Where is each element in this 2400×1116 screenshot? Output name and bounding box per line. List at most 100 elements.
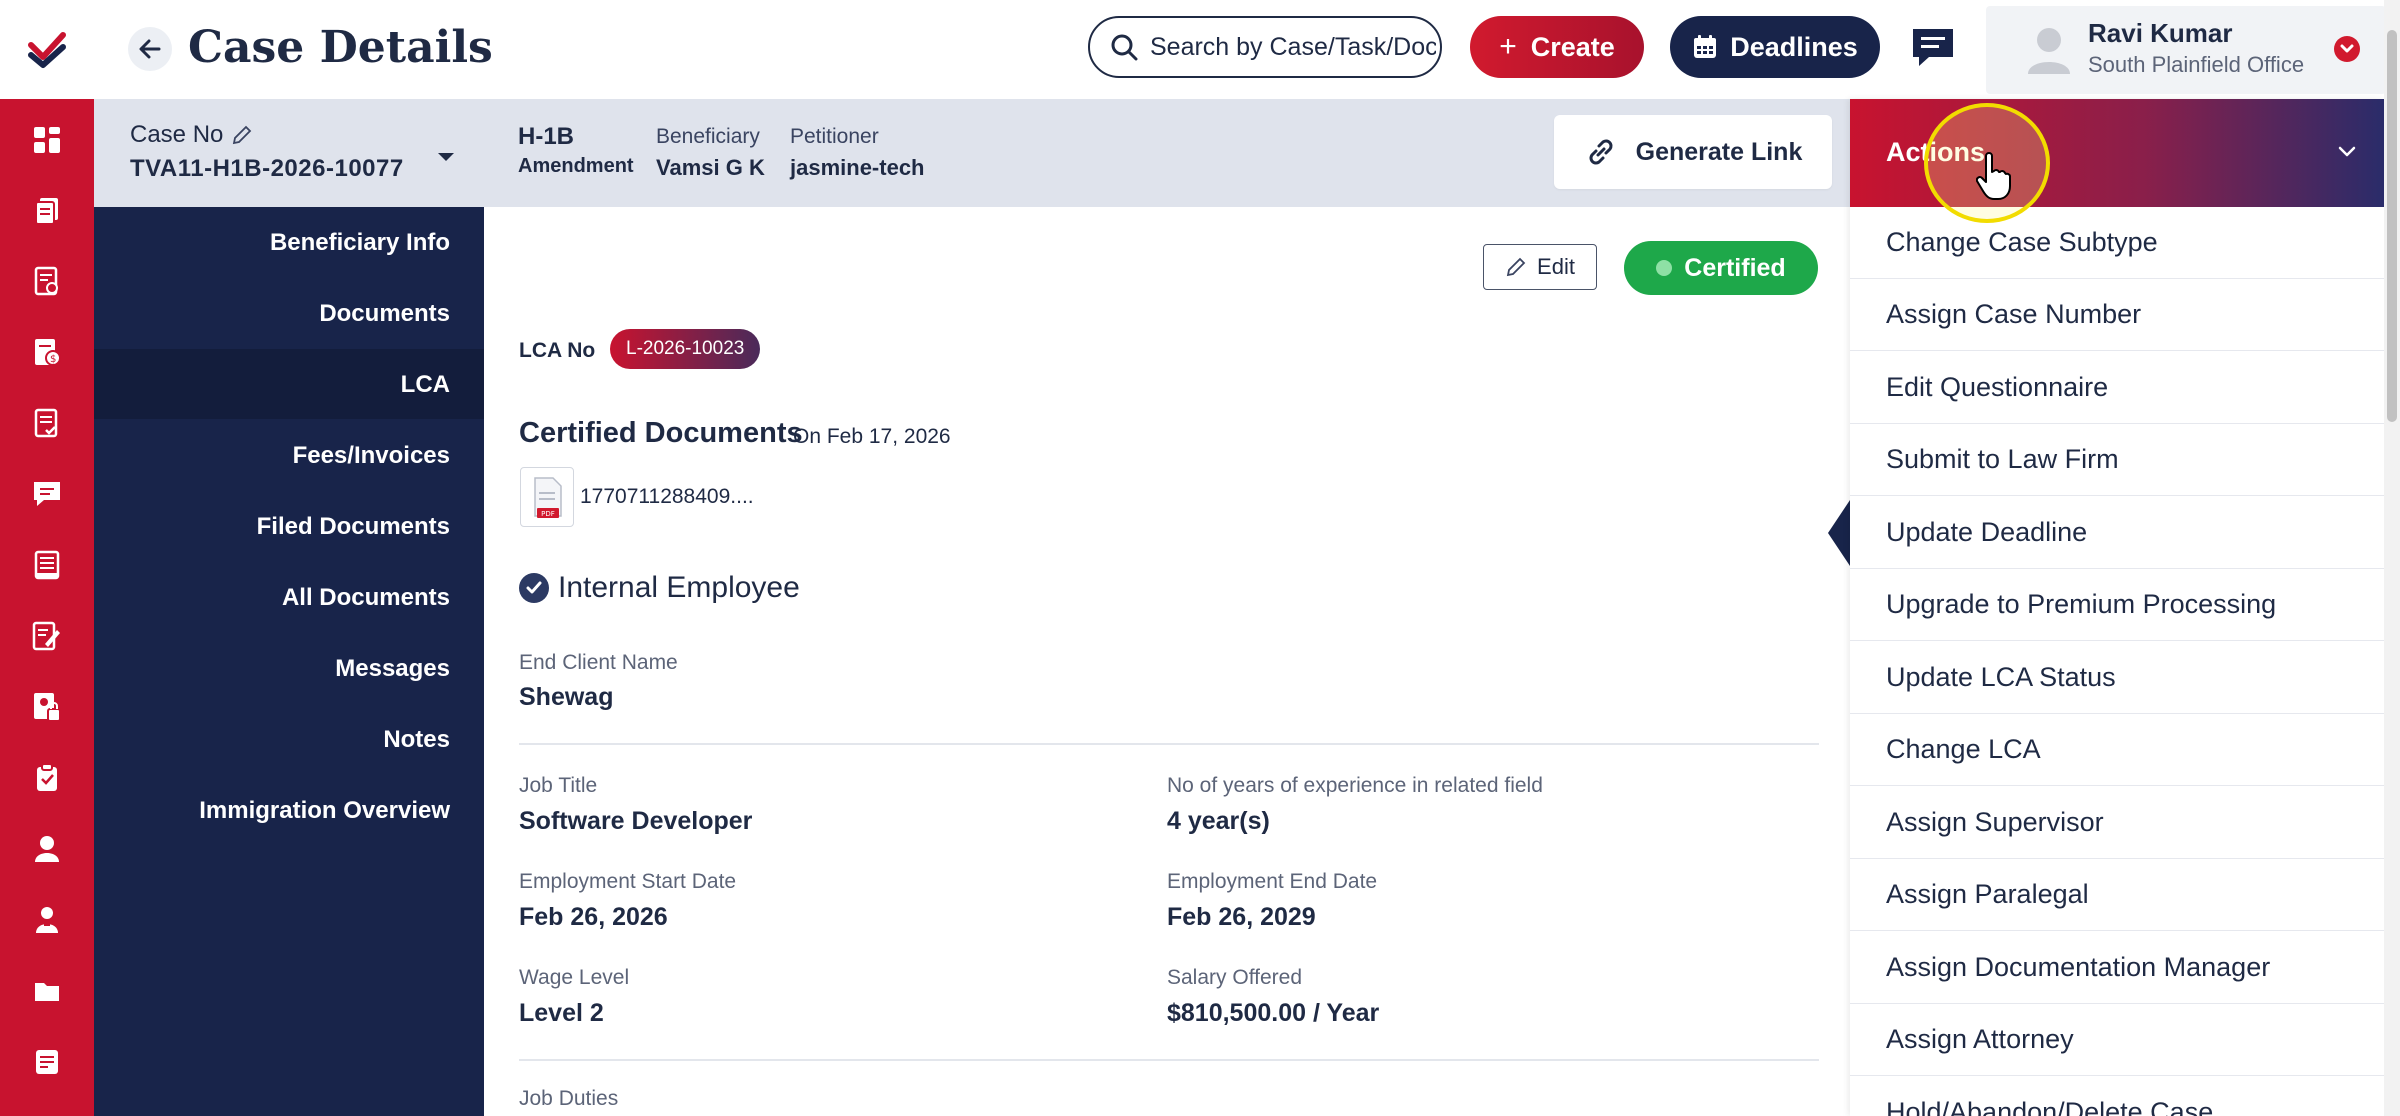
documents-lock-icon[interactable] [24, 684, 70, 730]
visa-type: H-1B [518, 123, 575, 150]
nav-beneficiary-info[interactable]: Beneficiary Info [270, 229, 450, 257]
action-change-lca[interactable]: Change LCA [1850, 714, 2384, 786]
create-label: Create [1530, 31, 1615, 62]
certified-documents-title: Certified Documents [519, 417, 803, 449]
visa-subtype: Amendment [518, 155, 634, 177]
job-title-label: Job Title [519, 774, 598, 797]
nav-all-documents[interactable]: All Documents [282, 584, 450, 612]
action-update-deadline[interactable]: Update Deadline [1850, 497, 2384, 569]
salary-label: Salary Offered [1167, 966, 1303, 989]
action-upgrade-premium-processing[interactable]: Upgrade to Premium Processing [1850, 569, 2384, 641]
invoices-icon[interactable]: $ [24, 329, 70, 375]
action-update-lca-status[interactable]: Update LCA Status [1850, 642, 2384, 714]
user-icon[interactable] [24, 826, 70, 872]
action-assign-case-number[interactable]: Assign Case Number [1850, 279, 2384, 351]
nav-notes[interactable]: Notes [383, 726, 450, 754]
arrow-left-icon [139, 39, 161, 59]
chat-icon [1913, 29, 1953, 66]
edit-button[interactable]: Edit [1483, 244, 1597, 290]
file-name-link[interactable]: 1770711288409.... [580, 485, 754, 509]
deadlines-label: Deadlines [1730, 31, 1858, 62]
lca-no-badge: L-2026-10023 [610, 329, 761, 369]
tasks-icon[interactable] [24, 258, 70, 304]
top-header: Case Details + Create Deadlines [0, 0, 2400, 99]
salary-value: $810,500.00 / Year [1167, 999, 1380, 1027]
chat-button[interactable] [1908, 24, 1958, 70]
end-date-value: Feb 26, 2029 [1167, 903, 1316, 931]
hand-cursor-icon [1976, 152, 2011, 200]
check-circle-icon [519, 573, 549, 603]
section-title: Internal Employee [558, 571, 800, 604]
action-assign-supervisor[interactable]: Assign Supervisor [1850, 787, 2384, 859]
action-submit-to-law-firm[interactable]: Submit to Law Firm [1850, 424, 2384, 496]
search-icon [1111, 34, 1138, 61]
pencil-icon [1506, 257, 1526, 277]
case-dropdown-chevron-icon[interactable] [434, 147, 458, 167]
action-assign-attorney[interactable]: Assign Attorney [1850, 1004, 2384, 1076]
nav-documents[interactable]: Documents [319, 300, 450, 328]
case-no-value: TVA11-H1B-2026-10077 [130, 155, 404, 182]
reports-icon[interactable] [24, 542, 70, 588]
create-button[interactable]: + Create [1470, 16, 1644, 78]
deadlines-button[interactable]: Deadlines [1670, 16, 1880, 78]
action-assign-documentation-manager[interactable]: Assign Documentation Manager [1850, 932, 2384, 1004]
clipboard-icon[interactable] [24, 755, 70, 801]
app-logo[interactable] [0, 0, 94, 99]
forms-icon[interactable] [24, 400, 70, 446]
user-office: South Plainfield Office [2088, 52, 2305, 77]
user-name: Ravi Kumar [2088, 18, 2233, 48]
status-dot-icon [1656, 260, 1673, 276]
plus-icon: + [1499, 30, 1517, 63]
svg-text:$: $ [50, 354, 56, 365]
status-badge: Certified [1624, 241, 1818, 295]
end-client-label: End Client Name [519, 651, 678, 674]
avatar-icon [2028, 28, 2070, 74]
search-input[interactable] [1148, 31, 1438, 63]
wage-level-value: Level 2 [519, 999, 604, 1027]
nav-filed-documents[interactable]: Filed Documents [257, 513, 450, 541]
action-assign-paralegal[interactable]: Assign Paralegal [1850, 859, 2384, 931]
action-edit-questionnaire[interactable]: Edit Questionnaire [1850, 352, 2384, 424]
global-search[interactable] [1088, 16, 1442, 78]
experience-value: 4 year(s) [1167, 807, 1270, 835]
section-divider [519, 743, 1819, 745]
pencil-icon[interactable] [231, 124, 253, 146]
notepad-icon[interactable] [24, 1039, 70, 1085]
nav-fees-invoices[interactable]: Fees/Invoices [293, 442, 450, 470]
petitioner-value: jasmine-tech [790, 155, 925, 180]
user-menu[interactable]: Ravi Kumar South Plainfield Office [1986, 6, 2386, 94]
nav-lca[interactable]: LCA [401, 371, 450, 399]
nav-immigration-overview[interactable]: Immigration Overview [199, 797, 450, 825]
lca-no-label: LCA No [519, 339, 596, 362]
section-divider [519, 1059, 1819, 1061]
end-date-label: Employment End Date [1167, 870, 1378, 893]
action-hold-abandon-delete-case[interactable]: Hold/Abandon/Delete Case [1850, 1077, 2384, 1116]
dashboard-icon[interactable] [24, 117, 70, 163]
page-title: Case Details [188, 22, 493, 73]
action-change-case-subtype[interactable]: Change Case Subtype [1850, 207, 2384, 279]
generate-link-button[interactable]: Generate Link [1554, 115, 1832, 189]
cases-icon[interactable] [24, 188, 70, 234]
nav-messages[interactable]: Messages [335, 655, 450, 683]
notes-icon[interactable] [24, 613, 70, 659]
messages-icon[interactable] [24, 471, 70, 517]
beneficiary-label: Beneficiary [656, 125, 760, 148]
panel-pointer-icon [1828, 500, 1850, 566]
beneficiary-value: Vamsi G K [656, 155, 765, 180]
actions-dropdown: Actions Change Case Subtype Assign Case … [1850, 99, 2384, 1116]
status-label: Certified [1684, 253, 1786, 282]
scrollbar-thumb[interactable] [2387, 30, 2397, 422]
lca-content: Edit Certified LCA No L-2026-10023 Certi… [484, 207, 1850, 1116]
certified-documents-date: On Feb 17, 2026 [793, 425, 951, 448]
link-icon [1589, 139, 1613, 165]
back-button[interactable] [128, 27, 172, 71]
chevron-down-icon [2338, 146, 2356, 157]
start-date-label: Employment Start Date [519, 870, 737, 893]
team-icon[interactable] [24, 897, 70, 943]
logo-icon [28, 31, 66, 68]
folder-icon[interactable] [24, 968, 70, 1014]
case-summary-bar: Case No TVA11-H1B-2026-10077 H-1B Amendm… [94, 99, 1850, 207]
chevron-down-icon[interactable] [2334, 36, 2360, 62]
pdf-file-icon[interactable]: PDF [520, 467, 574, 527]
start-date-value: Feb 26, 2026 [519, 903, 668, 931]
